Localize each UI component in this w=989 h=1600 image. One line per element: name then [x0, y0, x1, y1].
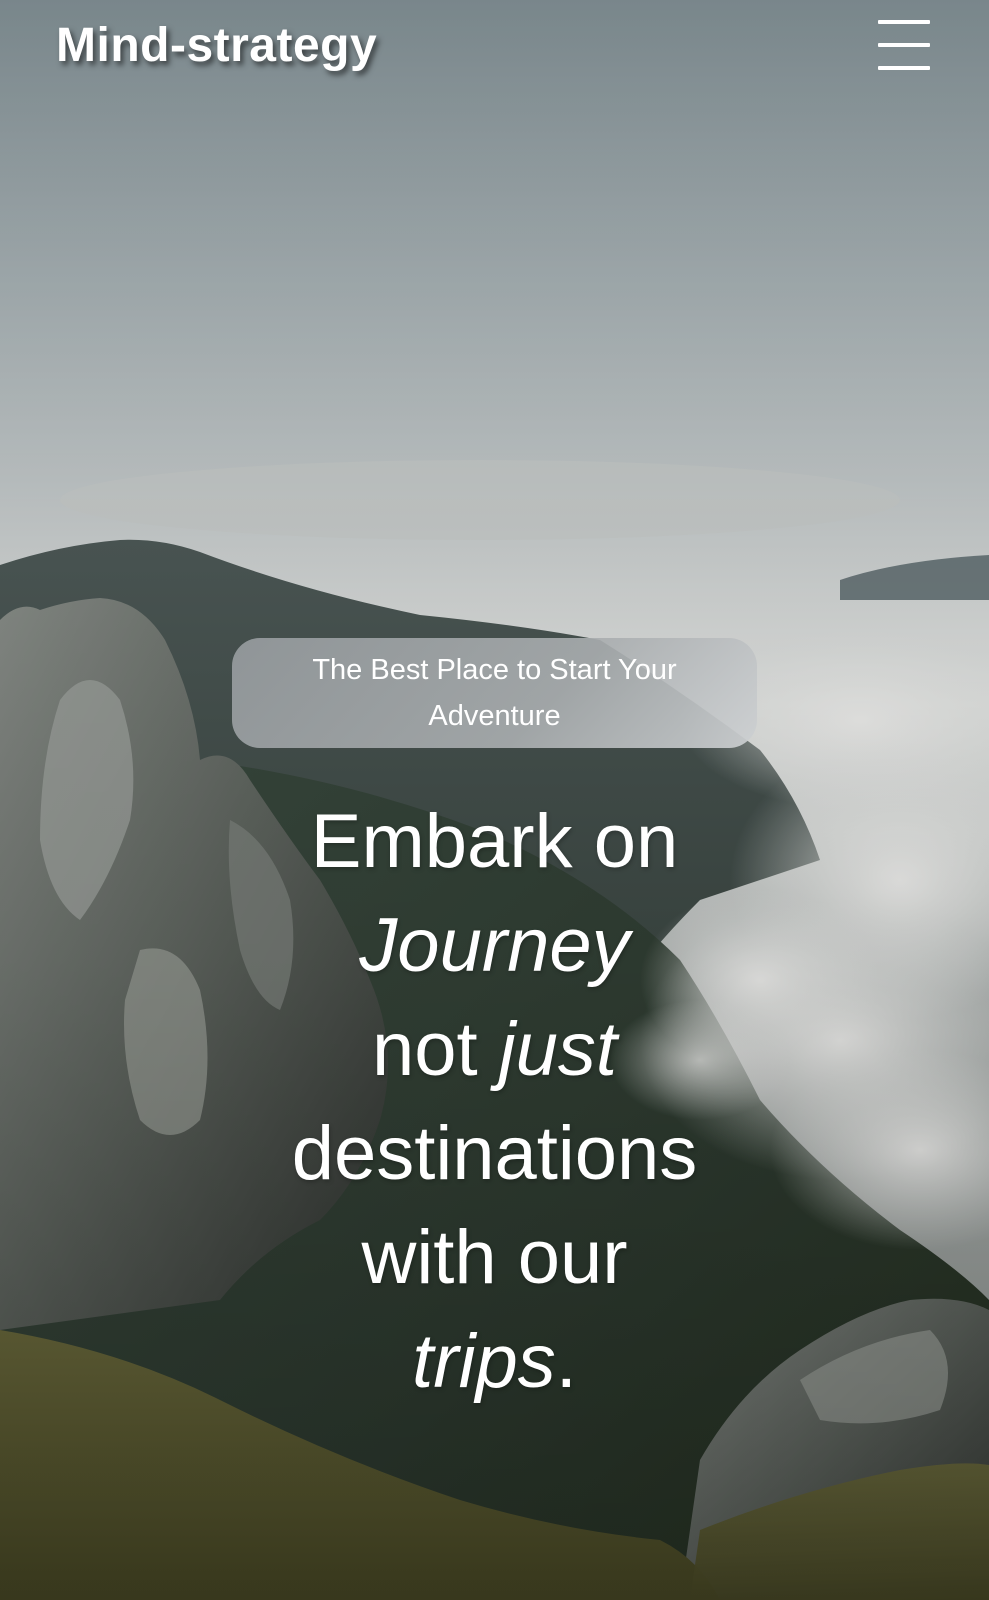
headline-line: destinations	[291, 1111, 698, 1196]
headline-line: Journey	[180, 894, 809, 998]
tagline-badge: The Best Place to Start Your Adventure	[232, 638, 757, 748]
brand-logo-text[interactable]: Mind-strategy	[56, 18, 377, 74]
headline-italic-word: just	[498, 1007, 618, 1092]
headline-italic-word: Journey	[359, 903, 630, 988]
headline-italic-word: trips	[412, 1319, 556, 1404]
hero-section: Mind-strategy The Best Place to Start Yo…	[0, 0, 989, 1600]
headline-line: Embark on	[310, 799, 679, 884]
menu-bar	[878, 43, 930, 47]
headline-line: not just	[180, 998, 809, 1102]
headline-line: with our	[361, 1215, 628, 1300]
menu-bar	[878, 66, 930, 70]
headline-word: not	[371, 1007, 478, 1092]
hero-headline: Embark on Journey not just destinations …	[180, 790, 809, 1414]
site-header: Mind-strategy	[0, 0, 989, 100]
menu-bar	[878, 20, 930, 24]
hamburger-menu-icon[interactable]	[878, 20, 930, 70]
headline-line: trips.	[180, 1310, 809, 1414]
tagline-text: The Best Place to Start Your Adventure	[312, 654, 677, 732]
headline-punctuation: .	[555, 1319, 577, 1404]
